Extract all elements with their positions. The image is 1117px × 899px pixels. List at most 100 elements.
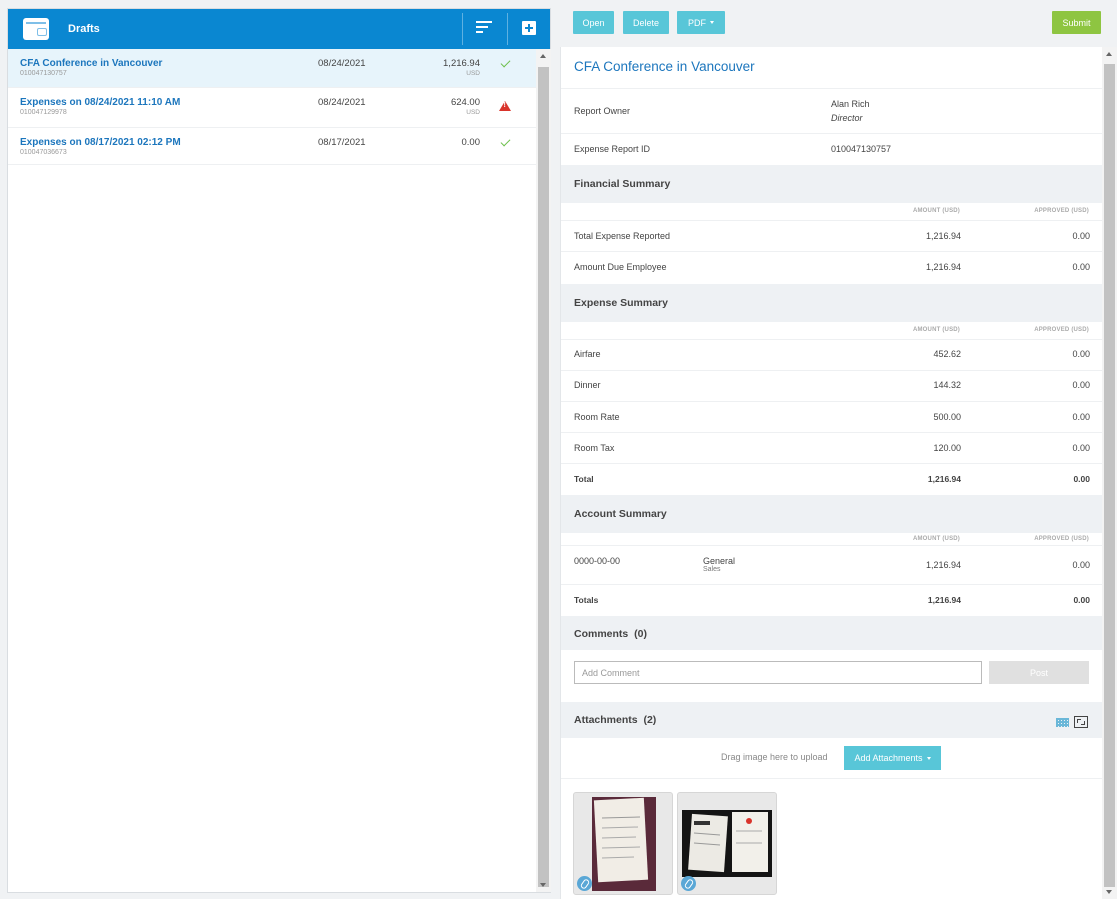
row-label: Room Tax — [574, 443, 615, 453]
expense-summary-header: Expense Summary — [561, 284, 1102, 322]
row-approved: 0.00 — [1072, 443, 1090, 453]
paperclip-icon — [577, 876, 592, 891]
item-amount: 624.00 — [450, 97, 480, 108]
account-sub: Sales — [703, 566, 721, 573]
add-attachments-label: Add Attachments — [854, 753, 923, 763]
drafts-header: Drafts — [8, 9, 550, 49]
row-amount: 144.32 — [933, 380, 961, 390]
divider — [561, 220, 1102, 221]
add-report-icon[interactable] — [522, 21, 536, 35]
scroll-down-icon[interactable] — [540, 883, 546, 887]
scroll-up-icon[interactable] — [1106, 52, 1112, 56]
item-date: 08/24/2021 — [318, 97, 366, 108]
divider — [561, 133, 1102, 134]
attachment-thumbnail[interactable] — [677, 792, 777, 895]
account-code: 0000-00-00 — [574, 556, 621, 566]
section-title: Attachments (2) — [574, 714, 656, 726]
delete-button[interactable]: Delete — [623, 11, 669, 34]
report-id-label: Expense Report ID — [574, 144, 651, 154]
delete-label: Delete — [632, 17, 659, 28]
divider — [561, 584, 1102, 585]
owner-role: Director — [831, 113, 863, 123]
row-amount: 1,216.94 — [925, 262, 961, 272]
row-amount: 500.00 — [933, 412, 961, 422]
divider — [561, 401, 1102, 402]
row-amount: 1,216.94 — [925, 560, 961, 570]
row-label: Airfare — [574, 349, 601, 359]
row-approved: 0.00 — [1072, 349, 1090, 359]
pdf-label: PDF — [688, 17, 706, 28]
row-approved: 0.00 — [1072, 380, 1090, 390]
row-label: Amount Due Employee — [574, 262, 667, 272]
attachments-count: (2) — [643, 714, 657, 726]
financial-summary-header: Financial Summary — [561, 165, 1102, 203]
row-label: Totals — [574, 595, 599, 605]
attachments-header: Attachments (2) — [561, 702, 1102, 738]
row-approved: 0.00 — [1073, 595, 1090, 605]
submit-label: Submit — [1062, 17, 1091, 28]
row-approved: 0.00 — [1072, 231, 1090, 241]
list-item[interactable]: Expenses on 08/24/2021 11:10 AM 01004712… — [8, 88, 536, 128]
owner-name: Alan Rich — [831, 99, 870, 109]
divider — [561, 778, 1102, 779]
row-amount: 1,216.94 — [927, 595, 961, 605]
drafts-list: CFA Conference in Vancouver 010047130757… — [8, 49, 536, 165]
row-approved: 0.00 — [1073, 474, 1090, 484]
app-root: Drafts CFA Conference in Vancouver 01004… — [0, 0, 1117, 899]
attachment-thumbnail[interactable] — [573, 792, 673, 895]
chevron-down-icon — [926, 756, 931, 760]
check-icon — [500, 136, 511, 147]
divider — [561, 545, 1102, 546]
row-amount: 1,216.94 — [927, 474, 961, 484]
list-item[interactable]: CFA Conference in Vancouver 010047130757… — [8, 49, 536, 88]
report-scrollbar[interactable] — [1102, 47, 1117, 899]
item-id: 010047129978 — [20, 109, 67, 116]
column-header-approved: APPROVED (USD) — [1034, 208, 1089, 214]
divider — [561, 88, 1102, 89]
drafts-panel: Drafts CFA Conference in Vancouver 01004… — [7, 8, 551, 893]
pdf-button[interactable]: PDF — [677, 11, 725, 34]
wallet-icon — [23, 18, 49, 40]
divider — [561, 432, 1102, 433]
scrollbar-thumb[interactable] — [538, 67, 549, 887]
divider — [561, 251, 1102, 252]
drag-upload-text: Drag image here to upload — [721, 752, 828, 762]
row-amount: 120.00 — [933, 443, 961, 453]
item-amount: 0.00 — [461, 137, 481, 148]
drafts-scrollbar[interactable] — [536, 49, 551, 892]
section-title: Financial Summary — [574, 178, 671, 190]
fullscreen-icon[interactable] — [1074, 716, 1088, 728]
open-button[interactable]: Open — [573, 11, 614, 34]
item-amount: 1,216.94 — [443, 58, 480, 69]
header-divider — [462, 13, 463, 45]
row-amount: 1,216.94 — [925, 231, 961, 241]
scroll-up-icon[interactable] — [540, 54, 546, 58]
item-currency: USD — [466, 109, 480, 116]
comment-input[interactable] — [574, 661, 982, 684]
row-label: Dinner — [574, 380, 601, 390]
header-divider — [507, 13, 508, 45]
post-button[interactable]: Post — [989, 661, 1089, 684]
scrollbar-thumb[interactable] — [1104, 64, 1115, 887]
sort-icon[interactable] — [474, 19, 496, 39]
grid-view-icon[interactable] — [1056, 718, 1069, 727]
submit-button[interactable]: Submit — [1052, 11, 1101, 34]
row-approved: 0.00 — [1072, 560, 1090, 570]
warning-icon — [499, 101, 511, 111]
item-title: Expenses on 08/24/2021 11:10 AM — [20, 97, 181, 108]
divider — [561, 370, 1102, 371]
scroll-down-icon[interactable] — [1106, 890, 1112, 894]
attachments-title: Attachments — [574, 714, 638, 726]
item-title: CFA Conference in Vancouver — [20, 58, 163, 69]
row-approved: 0.00 — [1072, 262, 1090, 272]
section-title: Comments (0) — [574, 628, 647, 640]
divider — [561, 463, 1102, 464]
list-item[interactable]: Expenses on 08/17/2021 02:12 PM 01004703… — [8, 128, 536, 165]
row-label: Total Expense Reported — [574, 231, 671, 241]
post-label: Post — [1029, 667, 1048, 678]
paperclip-icon — [681, 876, 696, 891]
add-attachments-button[interactable]: Add Attachments — [844, 746, 941, 770]
account-summary-header: Account Summary — [561, 495, 1102, 533]
item-id: 010047130757 — [20, 70, 67, 77]
owner-label: Report Owner — [574, 106, 631, 116]
